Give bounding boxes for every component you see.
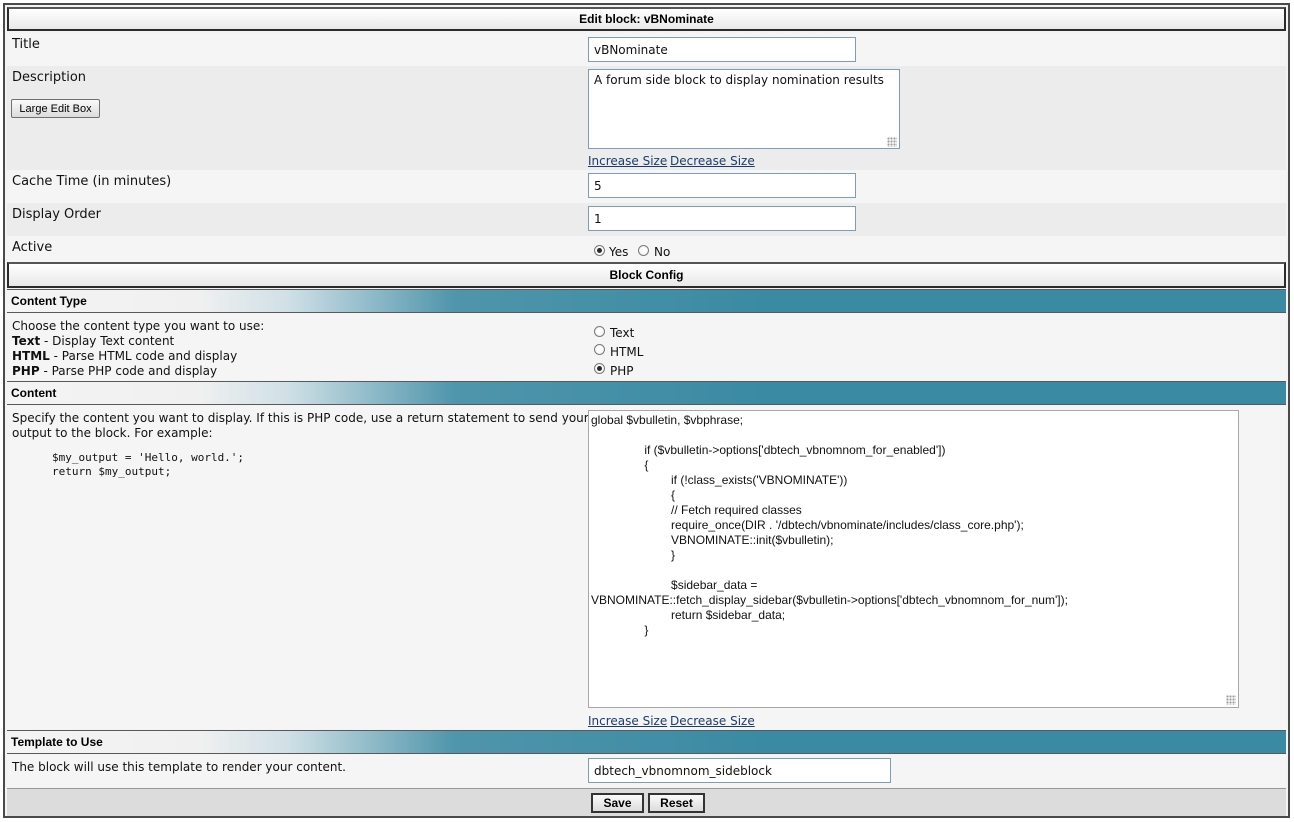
active-no-label: No xyxy=(654,245,671,259)
content-type-php-line: PHP - Parse PHP code and display xyxy=(12,364,264,379)
display-order-label: Display Order xyxy=(12,207,101,222)
block-config-title: Block Config xyxy=(7,262,1286,288)
description-row: Description Large Edit Box A forum side … xyxy=(7,66,1286,170)
content-type-php-desc: - Parse PHP code and display xyxy=(39,364,218,378)
panel-title: Edit block: vBNominate xyxy=(7,7,1286,31)
content-type-description: Choose the content type you want to use:… xyxy=(12,319,264,379)
content-heading: Content xyxy=(7,381,1286,405)
content-example-line-2: return $my_output; xyxy=(52,465,172,478)
active-yes-label: Yes xyxy=(609,245,629,259)
content-example-line-1: $my_output = 'Hello, world.'; xyxy=(52,451,245,464)
content-description-line-1: Specify the content you want to display.… xyxy=(12,411,589,425)
active-yes-radio[interactable] xyxy=(594,245,605,256)
content-type-heading: Content Type xyxy=(7,289,1286,313)
content-type-intro: Choose the content type you want to use: xyxy=(12,319,265,333)
content-type-php-option: PHP xyxy=(610,364,634,378)
content-decrease-size-link[interactable]: Decrease Size xyxy=(670,714,755,728)
active-row: Active Yes No xyxy=(7,236,1286,262)
active-no-radio[interactable] xyxy=(638,245,649,256)
large-edit-box-button[interactable]: Large Edit Box xyxy=(11,99,100,118)
reset-button[interactable]: Reset xyxy=(648,793,705,813)
template-input[interactable] xyxy=(588,758,891,783)
content-row: Specify the content you want to display.… xyxy=(7,406,1286,729)
cache-time-label: Cache Time (in minutes) xyxy=(12,174,172,189)
content-type-php-radio[interactable] xyxy=(594,363,605,374)
content-increase-size-link[interactable]: Increase Size xyxy=(588,714,667,728)
title-input[interactable] xyxy=(588,37,856,62)
content-type-html-option: HTML xyxy=(610,345,644,359)
description-label: Description xyxy=(12,70,87,85)
content-type-text-line: Text - Display Text content xyxy=(12,334,264,349)
cache-time-input[interactable] xyxy=(588,173,856,198)
content-type-text-radio[interactable] xyxy=(594,326,605,337)
content-type-html-desc: - Parse HTML code and display xyxy=(49,349,238,363)
display-order-row: Display Order xyxy=(7,203,1286,236)
cache-time-row: Cache Time (in minutes) xyxy=(7,170,1286,203)
description-decrease-size-link[interactable]: Decrease Size xyxy=(670,154,755,168)
edit-block-panel: Edit block: vBNominate Title Description… xyxy=(3,3,1290,818)
description-textarea[interactable]: A forum side block to display nomination… xyxy=(588,69,900,149)
template-description: The block will use this template to rend… xyxy=(12,760,346,774)
template-heading: Template to Use xyxy=(7,730,1286,754)
content-type-text-key: Text xyxy=(12,334,41,348)
form-footer: Save Reset xyxy=(7,788,1286,816)
content-type-html-line: HTML - Parse HTML code and display xyxy=(12,349,264,364)
resize-grip-icon[interactable] xyxy=(1226,695,1236,705)
content-type-text-desc: - Display Text content xyxy=(40,334,175,348)
title-label: Title xyxy=(12,37,40,52)
resize-grip-icon[interactable] xyxy=(887,137,897,147)
active-label: Active xyxy=(12,240,53,255)
content-type-row: Choose the content type you want to use:… xyxy=(7,314,1286,380)
title-row: Title xyxy=(7,33,1286,66)
template-row: The block will use this template to rend… xyxy=(7,755,1286,787)
content-type-php-key: PHP xyxy=(12,364,40,378)
content-type-html-key: HTML xyxy=(12,349,50,363)
content-type-text-option: Text xyxy=(610,326,635,340)
content-code-textarea[interactable]: global $vbulletin, $vbphrase; if ($vbull… xyxy=(588,410,1239,708)
display-order-input[interactable] xyxy=(588,206,856,231)
description-increase-size-link[interactable]: Increase Size xyxy=(588,154,667,168)
content-type-html-radio[interactable] xyxy=(594,344,605,355)
save-button[interactable]: Save xyxy=(591,793,644,813)
content-description-line-2: output to the block. For example: xyxy=(12,426,213,440)
content-description: Specify the content you want to display.… xyxy=(12,411,589,441)
